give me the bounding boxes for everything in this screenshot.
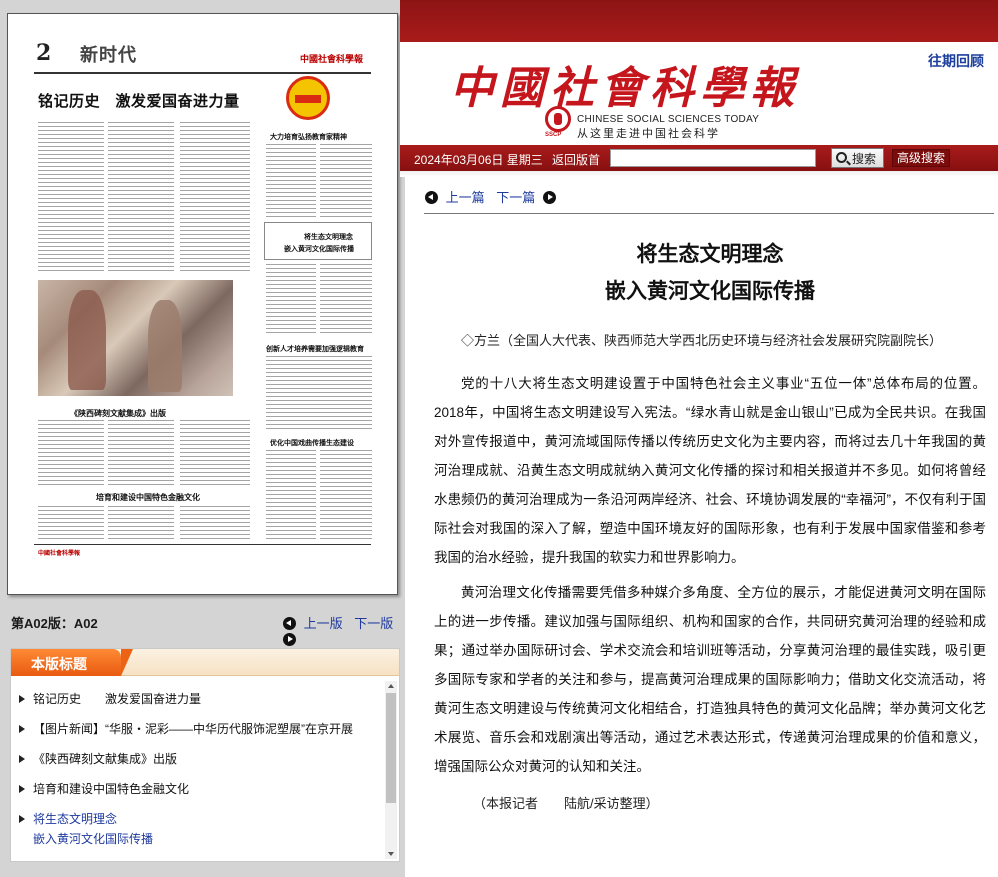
site-header: 往期回顾 中國社會科學報 SSCP CHINESE SOCIAL SCIENCE… (400, 0, 998, 177)
prev-page-link[interactable]: 上一版 (304, 616, 343, 631)
advanced-search-button[interactable]: 高级搜索 (892, 149, 950, 167)
search-button[interactable]: 搜索 (831, 148, 884, 168)
page-label: 第A02版：A02 (11, 616, 98, 631)
paper-text-column (266, 356, 372, 432)
article-nav: 上一篇 下一篇 (425, 187, 556, 206)
headline-item-label-line2: 嵌入黄河文化国际传播 (33, 832, 154, 846)
article-divider (424, 213, 994, 214)
bullet-icon (19, 725, 25, 733)
next-article-icon[interactable] (542, 191, 556, 204)
search-button-label: 搜索 (852, 151, 877, 166)
paper-text-column (108, 122, 174, 272)
paper-news-photo (38, 280, 233, 396)
page-nav: 上一版 下一版 (283, 613, 405, 647)
article-title-line-1: 将生态文明理念 (636, 243, 784, 266)
scroll-down-icon[interactable] (388, 852, 394, 856)
headline-item[interactable]: 铭记历史 激发爱国奋进力量 (17, 689, 373, 719)
search-input[interactable] (610, 149, 816, 167)
headline-item-label: 铭记历史 激发爱国奋进力量 (33, 692, 202, 706)
headline-item[interactable]: 培育和建设中国特色金融文化 (17, 779, 373, 809)
scrollbar-thumb[interactable] (386, 693, 396, 803)
paper-text-column (320, 144, 372, 219)
page-headlines-panel: 本版标题 铭记历史 激发爱国奋进力量 【图片新闻】“华服・泥彩——中华历代服饰泥… (10, 648, 400, 862)
paper-subhead-opera: 优化中国戏曲传播生态建设 (270, 440, 354, 447)
paper-footer-masthead: 中國社會科學報 (38, 550, 81, 557)
paper-text-column (38, 122, 104, 272)
sscp-label: SSCP (545, 132, 562, 138)
scroll-up-icon[interactable] (388, 684, 394, 688)
search-icon (836, 152, 847, 163)
bullet-icon (19, 785, 25, 793)
article-credit: （本报记者 陆航/采访整理） (473, 796, 659, 811)
paper-text-column (266, 144, 316, 219)
headline-item-label: 培育和建设中国特色金融文化 (33, 782, 190, 796)
paper-masthead: 中國社會科學報 (299, 55, 363, 65)
header-top-band (400, 0, 998, 42)
paper-current-article-highlight (264, 222, 372, 260)
paper-text-column (266, 264, 316, 336)
back-to-front-link[interactable]: 返回版首 (552, 151, 600, 168)
next-page-link[interactable]: 下一版 (354, 616, 393, 631)
paper-page-number: 2 (36, 40, 52, 66)
headline-item-current[interactable]: 将生态文明理念嵌入黄河文化国际传播 (17, 809, 373, 849)
prev-article-icon[interactable] (425, 191, 438, 204)
paper-subhead-education: 大力培育弘扬教育家精神 (270, 134, 347, 141)
paper-subhead-finance: 培育和建设中国特色金融文化 (96, 493, 200, 502)
paper-main-headline: 铭记历史 激发爱国奋进力量 (38, 93, 240, 110)
brand-slogan: 从这里走进中国社会科学 (577, 128, 720, 140)
prev-page-icon[interactable] (283, 617, 296, 630)
paper-text-column (108, 420, 174, 486)
next-page-icon[interactable] (283, 633, 296, 646)
paper-text-column (180, 506, 250, 540)
headline-item-label: 将生态文明理念 (33, 812, 118, 826)
headlines-list: 铭记历史 激发爱国奋进力量 【图片新闻】“华服・泥彩——中华历代服饰泥塑展”在京… (17, 689, 373, 849)
paper-section-name: 新时代 (80, 45, 137, 66)
sscp-logo-icon (545, 106, 571, 132)
article-paragraph-1: 党的十八大将生态文明建设置于中国特色社会主义事业“五位一体”总体布局的位置。20… (434, 376, 986, 565)
headline-item[interactable]: 《陕西碑刻文献集成》出版 (17, 749, 373, 779)
bullet-icon (19, 755, 25, 763)
paper-text-column (180, 122, 250, 272)
paper-text-column (180, 420, 250, 486)
headlines-tab: 本版标题 (11, 649, 133, 676)
article-author: ◇方兰（全国人大代表、陕西师范大学西北历史环境与经济社会发展研究院副院长） (461, 333, 943, 348)
paper-text-column (38, 420, 104, 486)
paper-text-column (108, 506, 174, 540)
bullet-icon (19, 695, 25, 703)
archive-link[interactable]: 往期回顾 (928, 51, 984, 71)
paper-emblem-badge (286, 76, 330, 120)
brand-logo-text: 中國社會科學報 (450, 63, 800, 114)
paper-top-rule (34, 72, 371, 74)
article-paragraph-2: 黄河治理文化传播需要凭借多种媒介多角度、全方位的展示，才能促进黄河文明在国际上的… (434, 585, 986, 774)
brand-english-name: CHINESE SOCIAL SCIENCES TODAY (577, 114, 760, 125)
search-bar: 2024年03月06日 星期三 返回版首 搜索 高级搜索 (400, 145, 998, 171)
paper-text-column (320, 264, 372, 336)
paper-text-column (266, 450, 316, 540)
headline-item[interactable]: 【图片新闻】“华服・泥彩——中华历代服饰泥塑展”在京开展 (17, 719, 373, 749)
bullet-icon (19, 815, 25, 823)
headline-item-label: 《陕西碑刻文献集成》出版 (33, 752, 178, 766)
headline-item-label: 【图片新闻】“华服・泥彩——中华历代服饰泥塑展”在京开展 (33, 722, 353, 736)
prev-article-link[interactable]: 上一篇 (446, 190, 485, 205)
paper-subhead-steles: 《陕西碑刻文献集成》出版 (70, 409, 166, 418)
paper-text-column (38, 506, 104, 540)
article-title-line-2: 嵌入黄河文化国际传播 (605, 280, 815, 303)
paper-footer (34, 544, 371, 570)
next-article-link[interactable]: 下一篇 (496, 190, 535, 205)
newspaper-page-thumbnail[interactable]: 2 新时代 中國社會科學報 铭记历史 激发爱国奋进力量 大力培育弘扬教育家精神 … (7, 13, 398, 595)
headlines-title: 本版标题 (31, 656, 87, 672)
paper-subhead-logic: 创新人才培养需要加强逻辑教育 (266, 346, 364, 353)
left-panel: 2 新时代 中國社會科學報 铭记历史 激发爱国奋进力量 大力培育弘扬教育家精神 … (0, 0, 405, 877)
header-shadow (400, 171, 998, 177)
headlines-scrollbar[interactable] (385, 681, 397, 859)
issue-date: 2024年03月06日 星期三 (414, 153, 543, 167)
headlines-header: 本版标题 (11, 649, 399, 676)
paper-text-column (320, 450, 372, 540)
